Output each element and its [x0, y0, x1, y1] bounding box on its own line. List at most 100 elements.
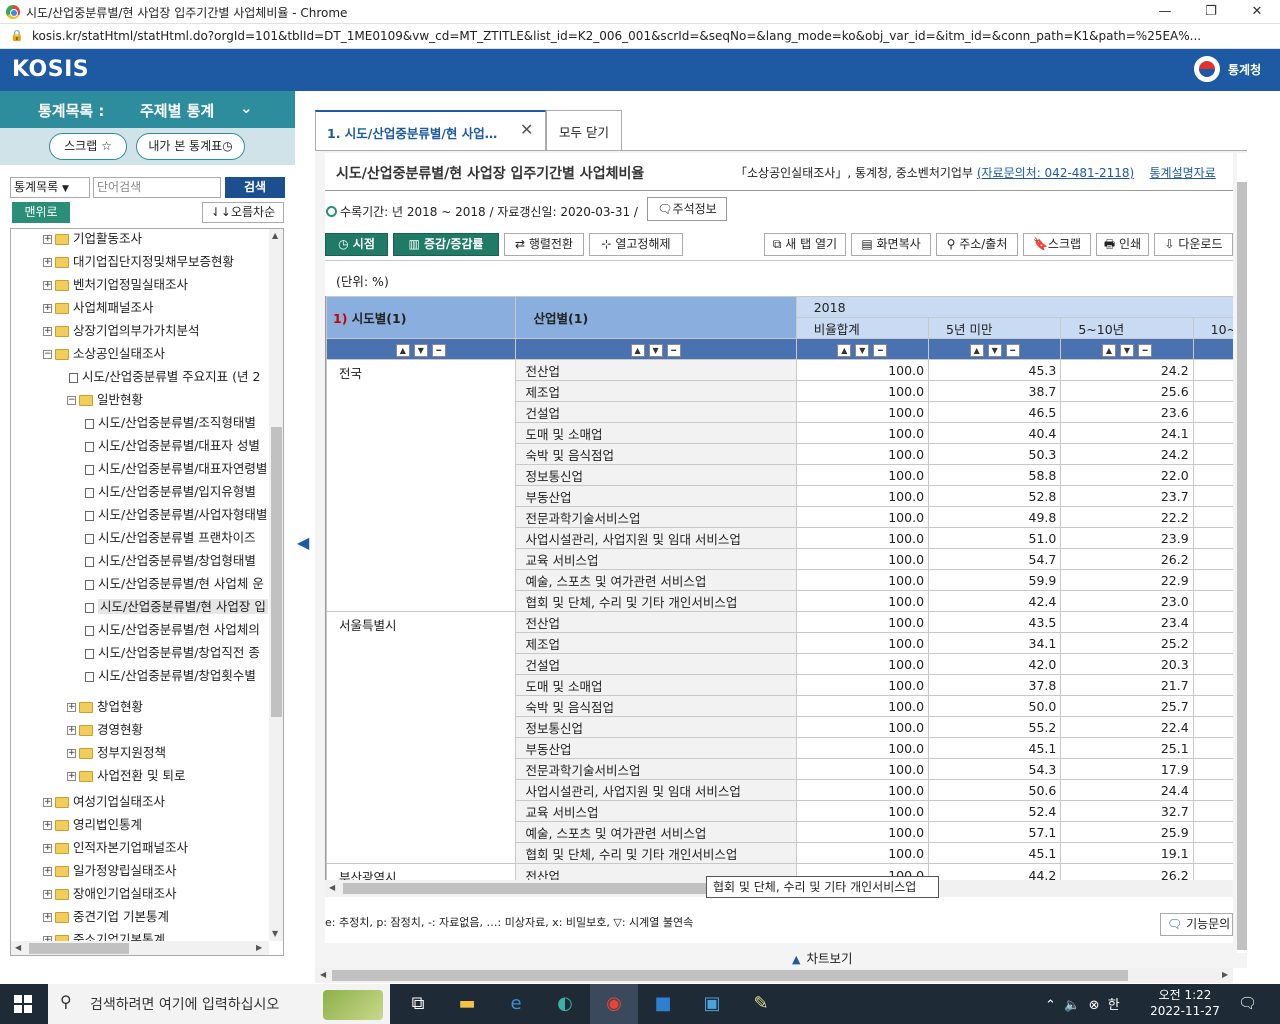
sort-reset-icon[interactable]: ━	[666, 343, 681, 357]
expand-icon[interactable]: +	[43, 258, 52, 267]
stats-description-link[interactable]: 통계설명자료	[1150, 166, 1216, 180]
tree-folder[interactable]: + 창업현황	[67, 697, 143, 717]
chart-toggle-button[interactable]: ▲ 차트보기	[792, 948, 852, 967]
tree-item[interactable]: 시도/산업중분류별/창업형태별	[85, 551, 256, 571]
expand-icon[interactable]: +	[67, 772, 76, 781]
scroll-down-icon[interactable]: ▼	[272, 929, 278, 938]
faq-button[interactable]: 🗨 기능문의	[1160, 913, 1233, 936]
pivot-button[interactable]: ⇄ 행렬전환	[504, 233, 584, 256]
source-contact-link[interactable]: (자료문의처: 042-481-2118)	[977, 166, 1134, 180]
photos-icon[interactable]: ▣	[700, 992, 724, 1016]
scroll-left-icon[interactable]: ◀	[329, 883, 335, 892]
tree-folder[interactable]: + 중견기업 기본통계	[43, 907, 169, 927]
tree-item[interactable]: 시도/산업중분류별/사업자형태별	[85, 505, 267, 525]
expand-icon[interactable]: +	[43, 844, 52, 853]
sort-up-icon[interactable]: ▲	[630, 343, 645, 357]
tree-hscroll-thumb[interactable]	[29, 943, 129, 954]
expand-icon[interactable]: +	[67, 749, 76, 758]
search-button[interactable]: 검색	[225, 177, 285, 198]
search-scope-select[interactable]: 통계목록 ▼	[10, 177, 90, 198]
sort-down-icon[interactable]: ▼	[1120, 343, 1134, 357]
windows-start-icon[interactable]	[14, 995, 32, 1013]
ie-icon[interactable]: e	[504, 992, 528, 1016]
tree-folder[interactable]: + 경영현황	[67, 720, 143, 740]
kosis-logo[interactable]: KOSIS	[12, 57, 89, 82]
tree-item[interactable]: 시도/산업중분류별/창업직전 종	[85, 643, 260, 663]
expand-icon[interactable]: +	[43, 821, 52, 830]
scrap-button[interactable]: 스크랩 ☆	[49, 133, 127, 160]
tree-item[interactable]: 시도/산업중분류별/대표자 성별	[85, 436, 260, 456]
tree-folder[interactable]: + 인적자본기업패널조사	[43, 838, 188, 858]
address-source-button[interactable]: ⚲ 주소/출처	[936, 233, 1018, 256]
expand-icon[interactable]: +	[43, 798, 52, 807]
address-bar[interactable]: 🔒 kosis.kr/statHtml/statHtml.do?orgId=10…	[0, 24, 1280, 49]
sort-up-icon[interactable]: ▲	[395, 343, 410, 357]
tree-item[interactable]: 시도/산업중분류별/조직형태별	[85, 413, 256, 433]
volume-icon[interactable]: 🔈	[1064, 998, 1080, 1013]
download-button[interactable]: ⇩ 다운로드	[1154, 233, 1233, 256]
page-scroll-thumb[interactable]	[1237, 182, 1247, 950]
tree-folder[interactable]: + 영리법인통계	[43, 815, 142, 835]
print-button[interactable]: 🖶 인쇄	[1096, 233, 1149, 256]
chevron-down-icon[interactable]: ⌄	[240, 99, 253, 117]
search-input[interactable]: 단어검색	[93, 177, 221, 198]
close-window-button[interactable]: ✕	[1234, 0, 1280, 24]
tree-item[interactable]: 시도/산업중분류별/입지유형별	[85, 482, 256, 502]
tree-folder[interactable]: + 일가정양립실태조사	[43, 861, 177, 881]
tree-item[interactable]: 시도/산업중분류별/현 사업체의	[85, 620, 260, 640]
tree-item[interactable]: 시도/산업중분류별/대표자연령별	[85, 459, 267, 479]
task-view-icon[interactable]: ⧉	[406, 992, 430, 1016]
chrome-icon[interactable]: ◉	[602, 992, 626, 1016]
scroll-right-icon[interactable]: ▶	[256, 943, 262, 952]
tree-item[interactable]: 시도/산업중분류별 주요지표 (년 2	[69, 367, 260, 387]
expand-icon[interactable]: +	[67, 703, 76, 712]
expand-icon[interactable]: +	[43, 235, 52, 244]
period-button[interactable]: ◷ 시점	[325, 233, 388, 256]
close-all-tabs-button[interactable]: 모두 닫기	[546, 110, 622, 150]
url-text[interactable]: kosis.kr/statHtml/statHtml.do?orgId=101&…	[32, 29, 1201, 43]
taskbar-clock[interactable]: 오전 1:22 2022-11-27	[1150, 987, 1220, 1019]
chevron-up-icon[interactable]: ⌃	[1045, 998, 1056, 1013]
agency-name[interactable]: 통계청	[1228, 61, 1261, 78]
tree-item[interactable]: 시도/산업중분류별 프랜차이즈	[85, 528, 256, 548]
tree-folder[interactable]: + 사업전환 및 퇴로	[67, 766, 185, 786]
sort-down-icon[interactable]: ▼	[648, 343, 663, 357]
tree-item[interactable]: 시도/산업중분류별/창업횟수별	[85, 666, 256, 686]
scroll-left-icon[interactable]: ◀	[15, 943, 21, 952]
minimize-button[interactable]: —	[1142, 0, 1188, 24]
edge-icon[interactable]: ◐	[553, 992, 577, 1016]
my-stats-button[interactable]: 내가 본 통계표◷	[136, 133, 245, 160]
tree-folder[interactable]: + 기업활동조사	[43, 229, 142, 249]
tree-folder[interactable]: + 상장기업의부가가치분석	[43, 321, 200, 341]
tree-folder[interactable]: + 사업체패널조사	[43, 298, 154, 318]
sidebar-title-value[interactable]: 주제별 통계	[140, 100, 214, 121]
restore-button[interactable]: ❐	[1188, 0, 1234, 24]
sort-down-icon[interactable]: ▼	[855, 343, 870, 357]
sort-reset-icon[interactable]: ━	[431, 343, 446, 357]
sort-down-icon[interactable]: ▼	[987, 343, 1002, 357]
tree-folder[interactable]: − 일반현황	[67, 390, 143, 410]
file-explorer-icon[interactable]: ▬	[455, 992, 479, 1016]
tree-folder[interactable]: − 소상공인실태조사	[43, 344, 165, 364]
ime-indicator[interactable]: 한	[1108, 998, 1120, 1013]
page-hscroll-thumb[interactable]	[332, 970, 1128, 981]
expand-icon[interactable]: +	[43, 281, 52, 290]
sort-reset-icon[interactable]: ━	[873, 343, 888, 357]
tree-scroll-thumb[interactable]	[271, 427, 282, 717]
tree-folder[interactable]: + 벤처기업정밀실태조사	[43, 275, 188, 295]
hwp-icon[interactable]: ■	[651, 992, 675, 1016]
network-icon[interactable]: ⊗	[1089, 998, 1100, 1013]
new-tab-button[interactable]: ⧉ 새 탭 열기	[764, 233, 846, 256]
collapse-icon[interactable]: −	[43, 350, 52, 359]
scroll-left-icon[interactable]: ◀	[320, 970, 326, 979]
sort-up-icon[interactable]: ▲	[1102, 343, 1116, 357]
collapse-icon[interactable]: −	[67, 396, 76, 405]
collapse-sidebar-icon[interactable]: ◀	[297, 533, 309, 552]
expand-icon[interactable]: +	[43, 867, 52, 876]
sort-down-icon[interactable]: ▼	[413, 343, 428, 357]
notification-icon[interactable]: 🗨	[1238, 994, 1257, 1012]
sort-reset-icon[interactable]: ━	[1005, 343, 1020, 357]
tree-folder[interactable]: + 장애인기업실태조사	[43, 884, 177, 904]
tree-folder[interactable]: + 정부지원정책	[67, 743, 166, 763]
expand-icon[interactable]: +	[67, 726, 76, 735]
